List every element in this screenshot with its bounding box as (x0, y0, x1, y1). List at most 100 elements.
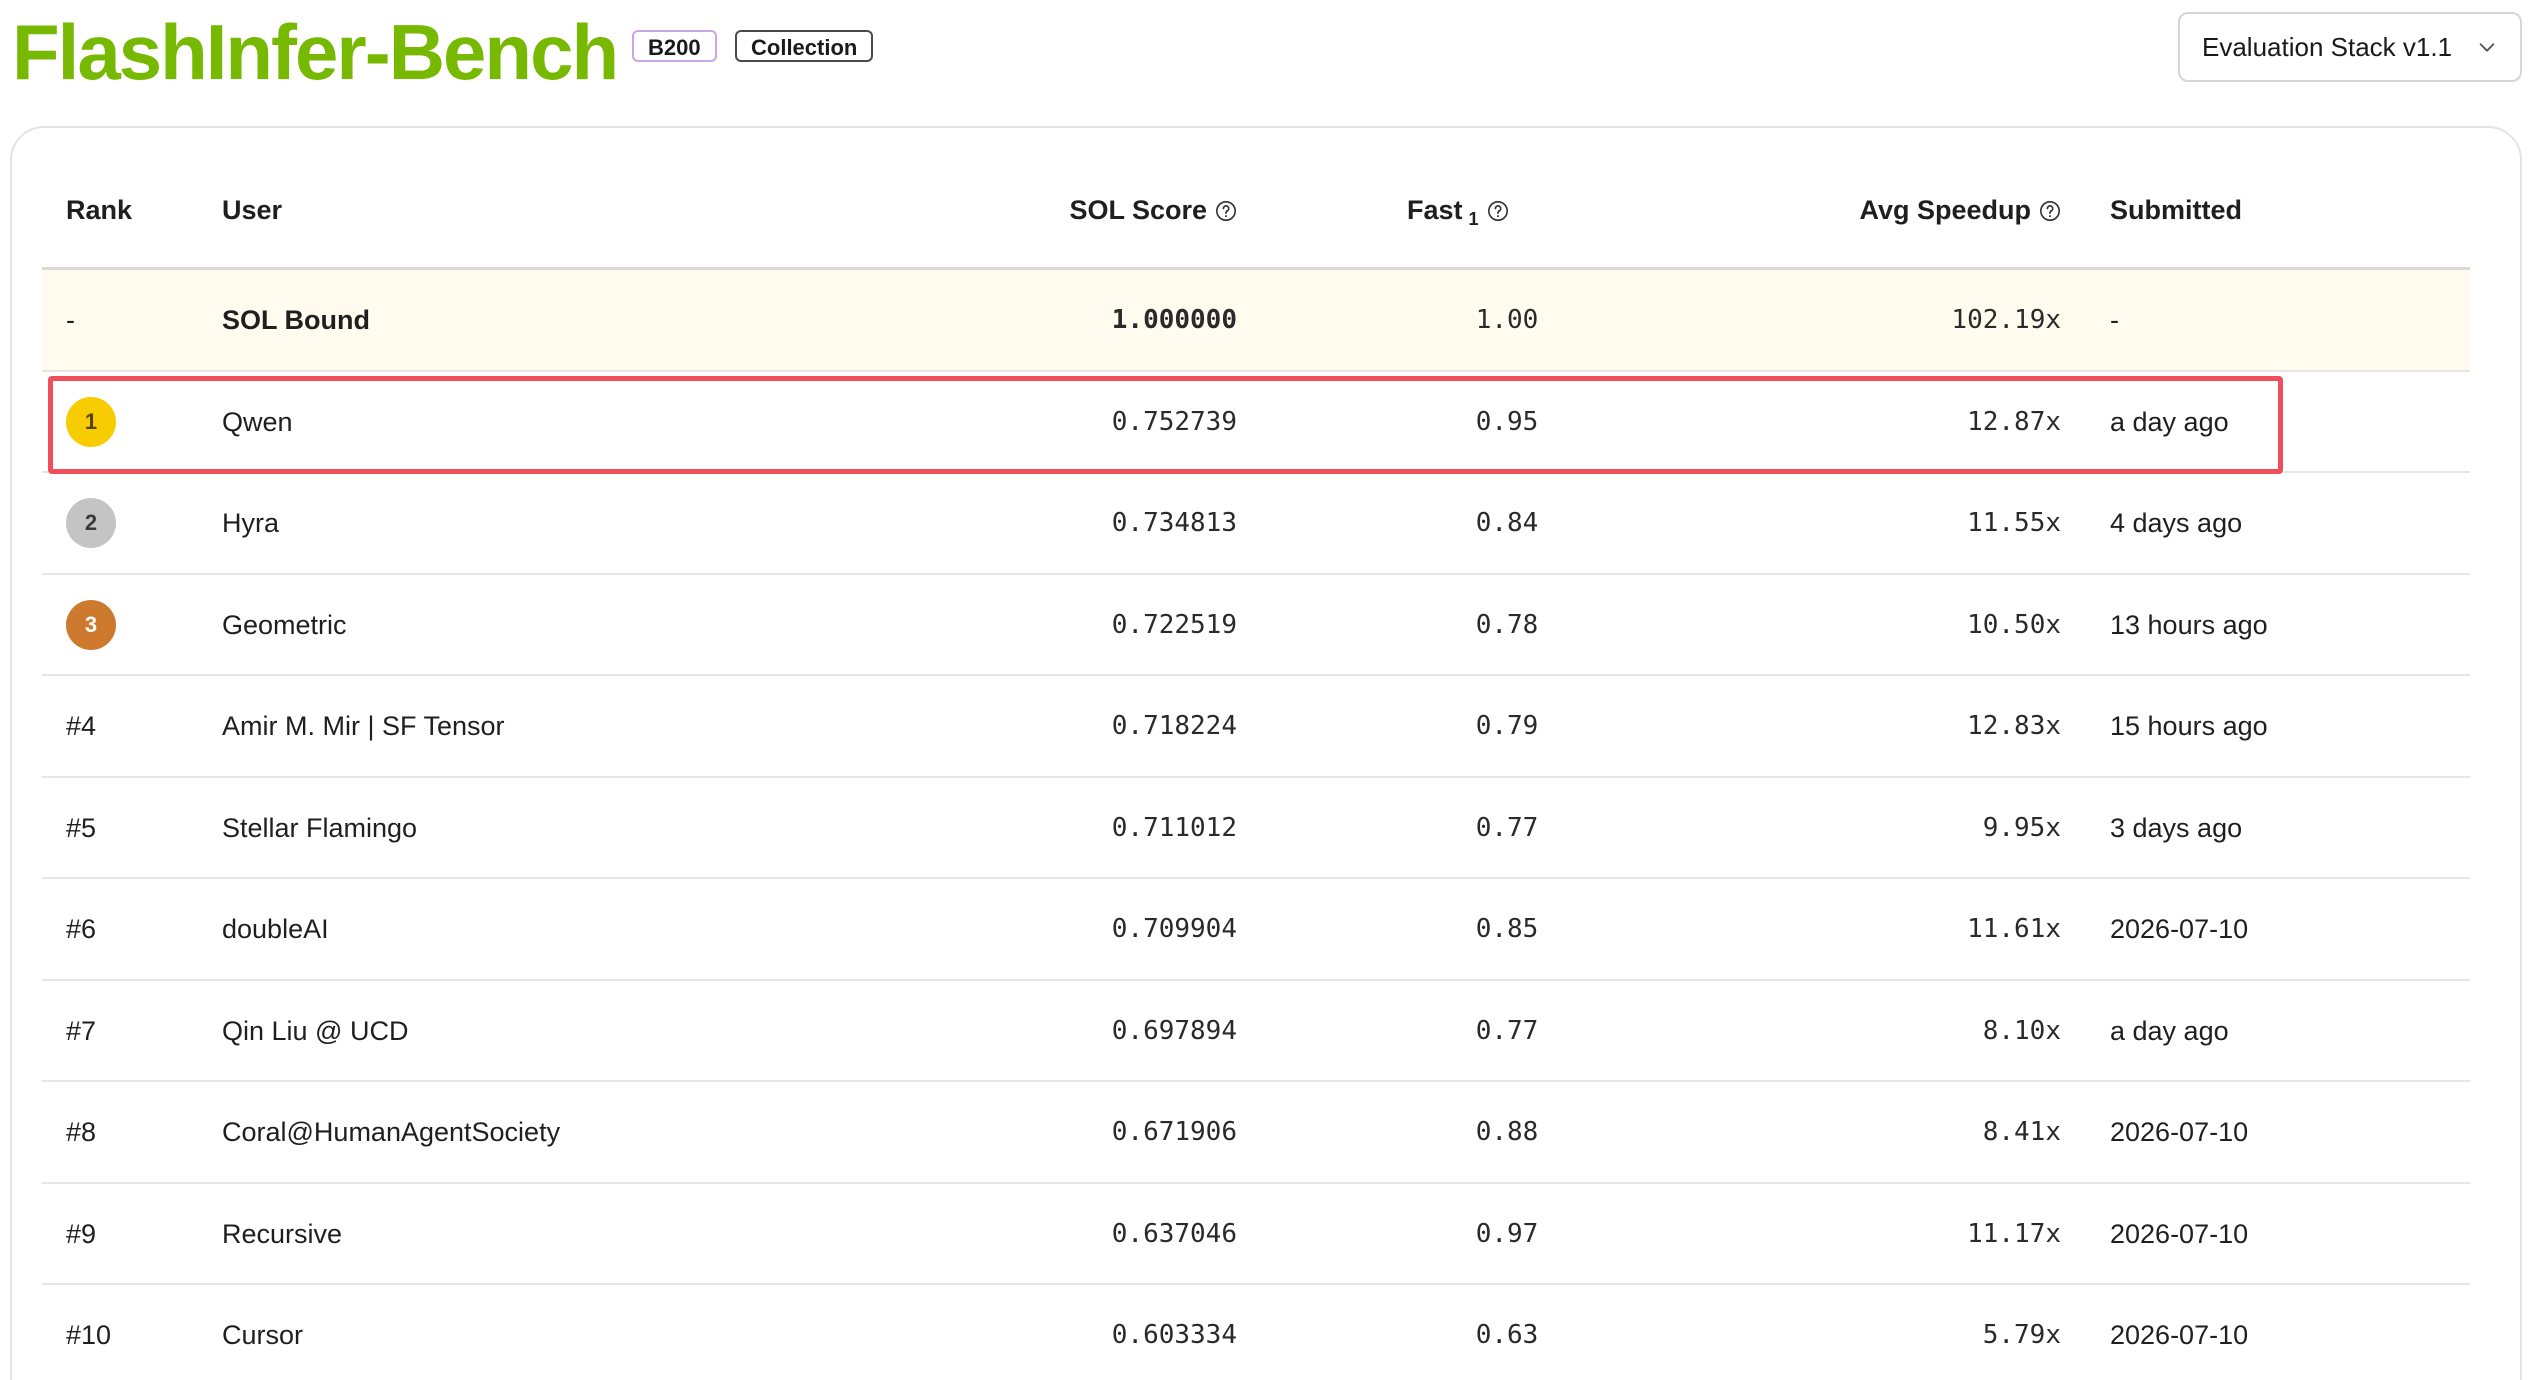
fast-cell: 0.63 (1475, 1320, 1539, 1350)
table-row[interactable]: 1 Qwen 0.752739 0.95 12.87x a day ago (42, 372, 2470, 473)
user-cell: SOL Bound (222, 305, 370, 335)
fast-cell: 0.77 (1475, 1015, 1539, 1046)
avg-speedup-cell: 8.10x (1982, 1015, 2061, 1046)
col-fast-label: Fast (1407, 195, 1463, 225)
submitted-cell: 15 hours ago (2110, 711, 2268, 741)
user-cell: doubleAI (222, 914, 329, 944)
avg-speedup-cell: 5.79x (1982, 1320, 2061, 1350)
rank-cell: #5 (66, 812, 97, 843)
table-row[interactable]: #6 doubleAI 0.709904 0.85 11.61x 2026-07… (42, 879, 2470, 981)
avg-speedup-cell: 12.87x (1967, 406, 2061, 437)
fast-cell: 1.00 (1475, 305, 1539, 335)
collection-tag: Collection (735, 30, 874, 62)
avg-speedup-cell: 11.61x (1967, 914, 2061, 944)
gold-medal-badge: 1 (66, 396, 116, 447)
user-cell: Cursor (222, 1320, 304, 1350)
question-circle-icon[interactable] (2039, 200, 2061, 222)
user-cell: Qin Liu @ UCD (222, 1015, 409, 1046)
fast-cell: 0.78 (1475, 609, 1539, 640)
col-avg-speedup-label: Avg Speedup (1859, 195, 2031, 225)
question-circle-icon[interactable] (1215, 200, 1237, 222)
submitted-cell: 2026-07-10 (2110, 914, 2249, 944)
rank-cell: #10 (66, 1320, 112, 1350)
col-fast[interactable]: Fast 1 (1407, 150, 1509, 270)
submitted-cell: 13 hours ago (2110, 609, 2268, 640)
gpu-tag: B200 (632, 30, 717, 62)
evaluation-stack-value: Evaluation Stack v1.1 (2202, 31, 2453, 62)
avg-speedup-cell: 102.19x (1951, 305, 2061, 335)
fast-cell: 0.77 (1475, 812, 1539, 843)
submitted-cell: - (2110, 305, 2119, 335)
sol-score-cell: 0.603334 (1111, 1320, 1237, 1350)
sol-bound-row: - SOL Bound 1.000000 1.00 102.19x - (42, 270, 2470, 372)
table-row[interactable]: 3 Geometric 0.722519 0.78 10.50x 13 hour… (42, 575, 2470, 676)
table-row[interactable]: #5 Stellar Flamingo 0.711012 0.77 9.95x … (42, 778, 2470, 879)
brand-title: FlashInfer-Bench (12, 8, 619, 96)
table-header: Rank User SOL Score Fast 1 Avg Speedup Su… (42, 150, 2470, 270)
sol-score-cell: 0.709904 (1111, 914, 1237, 944)
page-header: FlashInfer-Bench B200 Collection Evaluat… (12, 0, 2522, 110)
leaderboard-page: FlashInfer-Bench B200 Collection Evaluat… (0, 0, 2534, 1380)
avg-speedup-cell: 9.95x (1982, 812, 2061, 843)
rank-cell: #6 (66, 914, 97, 944)
avg-speedup-cell: 8.41x (1982, 1117, 2061, 1147)
user-cell: Geometric (222, 609, 347, 640)
bronze-medal-badge: 3 (66, 599, 116, 650)
sol-score-cell: 0.734813 (1111, 508, 1237, 538)
user-cell: Recursive (222, 1218, 343, 1249)
sol-score-cell: 1.000000 (1111, 305, 1237, 335)
chevron-down-icon (2479, 43, 2495, 52)
submitted-cell: 2026-07-10 (2110, 1320, 2249, 1350)
user-cell: Amir M. Mir | SF Tensor (222, 711, 505, 741)
table-row[interactable]: #10 Cursor 0.603334 0.63 5.79x 2026-07-1… (42, 1285, 2470, 1380)
submitted-cell: 2026-07-10 (2110, 1218, 2249, 1249)
sol-score-cell: 0.671906 (1111, 1117, 1237, 1147)
fast-cell: 0.79 (1475, 711, 1539, 741)
rank-cell: - (66, 305, 75, 335)
col-avg-speedup[interactable]: Avg Speedup (1859, 150, 2061, 270)
table-row[interactable]: #9 Recursive 0.637046 0.97 11.17x 2026-0… (42, 1184, 2470, 1285)
fast-cell: 0.88 (1475, 1117, 1539, 1147)
submitted-cell: a day ago (2110, 1015, 2229, 1046)
question-circle-icon[interactable] (1487, 200, 1509, 222)
sol-score-cell: 0.752739 (1111, 406, 1237, 437)
sol-score-cell: 0.722519 (1111, 609, 1237, 640)
fast-cell: 0.95 (1475, 406, 1539, 437)
table-row[interactable]: #8 Coral@HumanAgentSociety 0.671906 0.88… (42, 1082, 2470, 1184)
col-fast-subscript: 1 (1468, 209, 1479, 229)
avg-speedup-cell: 11.17x (1967, 1218, 2061, 1249)
avg-speedup-cell: 10.50x (1967, 609, 2061, 640)
sol-score-cell: 0.718224 (1111, 711, 1237, 741)
fast-cell: 0.85 (1475, 914, 1539, 944)
submitted-cell: 4 days ago (2110, 508, 2243, 538)
col-sol-score[interactable]: SOL Score (1069, 150, 1237, 270)
leaderboard-table: Rank User SOL Score Fast 1 Avg Speedup Su… (42, 150, 2470, 1380)
rank-cell: #4 (66, 711, 97, 741)
col-user: User (222, 195, 283, 225)
rank-cell: #7 (66, 1015, 97, 1046)
sol-score-cell: 0.637046 (1111, 1218, 1237, 1249)
sol-score-cell: 0.711012 (1111, 812, 1237, 843)
silver-medal-badge: 2 (66, 498, 116, 548)
sol-score-cell: 0.697894 (1111, 1015, 1237, 1046)
fast-cell: 0.97 (1475, 1218, 1539, 1249)
submitted-cell: 2026-07-10 (2110, 1117, 2249, 1147)
table-row[interactable]: 2 Hyra 0.734813 0.84 11.55x 4 days ago (42, 473, 2470, 575)
avg-speedup-cell: 11.55x (1967, 508, 2061, 538)
user-cell: Hyra (222, 508, 280, 538)
rank-cell: #9 (66, 1218, 97, 1249)
table-row[interactable]: #4 Amir M. Mir | SF Tensor 0.718224 0.79… (42, 676, 2470, 778)
evaluation-stack-select[interactable]: Evaluation Stack v1.1 (2178, 12, 2522, 82)
col-rank: Rank (66, 195, 133, 225)
user-cell: Coral@HumanAgentSociety (222, 1117, 561, 1147)
avg-speedup-cell: 12.83x (1967, 711, 2061, 741)
table-row[interactable]: #7 Qin Liu @ UCD 0.697894 0.77 8.10x a d… (42, 981, 2470, 1082)
rank-cell: #8 (66, 1117, 97, 1147)
user-cell: Qwen (222, 406, 293, 437)
fast-cell: 0.84 (1475, 508, 1539, 538)
submitted-cell: 3 days ago (2110, 812, 2243, 843)
col-sol-score-label: SOL Score (1069, 195, 1207, 225)
user-cell: Stellar Flamingo (222, 812, 418, 843)
submitted-cell: a day ago (2110, 406, 2229, 437)
col-submitted: Submitted (2110, 195, 2242, 225)
